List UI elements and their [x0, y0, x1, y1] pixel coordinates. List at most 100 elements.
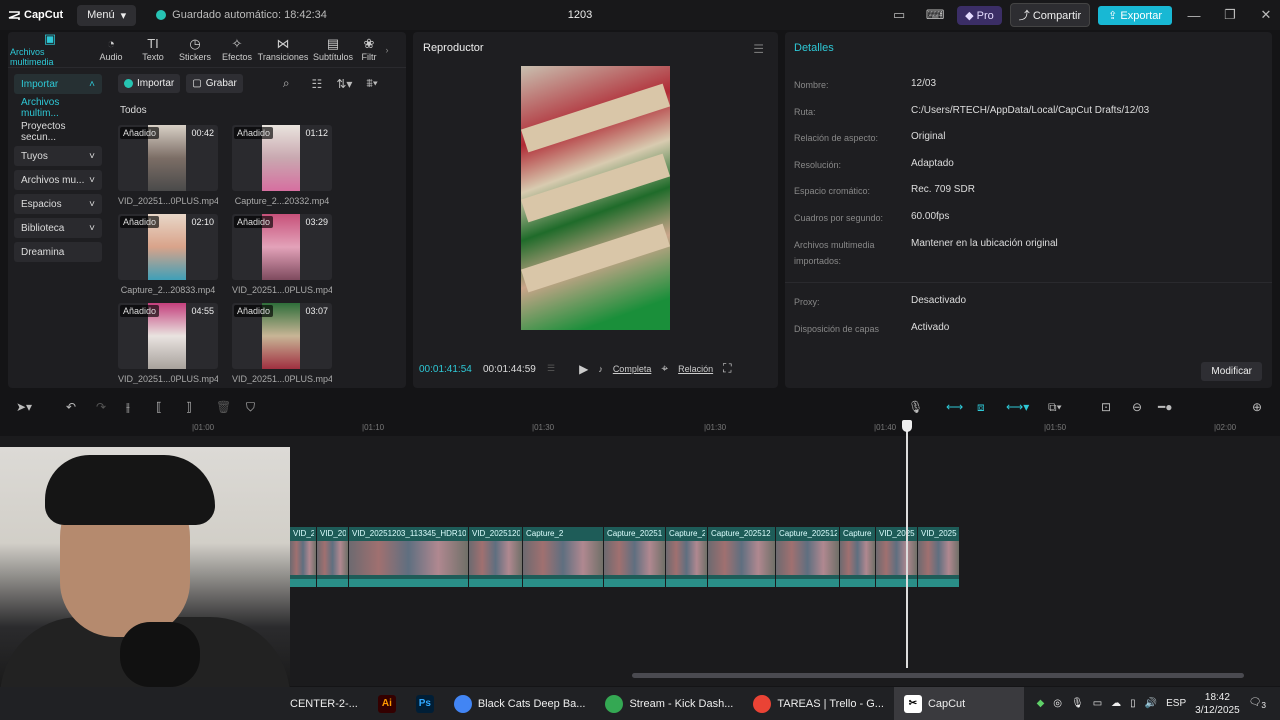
taskbar-app-center[interactable]: CENTER-2-...	[280, 687, 368, 720]
tray-cloud-icon[interactable]: ☁	[1111, 698, 1121, 709]
tray-app-icon[interactable]: ◆	[1037, 698, 1045, 709]
full-button[interactable]: Completa	[613, 364, 652, 374]
timeline-scrollbar[interactable]	[632, 673, 1244, 678]
tab-effects[interactable]: ✧ Efectos	[216, 32, 258, 67]
menu-button[interactable]: Menú ▾	[77, 4, 137, 26]
timeline-clip[interactable]: VID_2025	[918, 527, 960, 587]
close-icon[interactable]: ✕	[1252, 7, 1280, 23]
shield-icon[interactable]: ⛉	[246, 396, 255, 418]
tab-subtitles[interactable]: ▤ Subtítulos	[308, 32, 358, 67]
filter-icon[interactable]: ⩩▾	[366, 76, 377, 91]
media-thumbnail[interactable]: Añadido 02:10	[118, 214, 218, 280]
sidebar-item-media-files[interactable]: Archivos multim...	[14, 97, 102, 119]
tab-stickers[interactable]: ◷ Stickers	[174, 32, 216, 67]
clock[interactable]: 18:42 3/12/2025	[1195, 691, 1240, 717]
minimize-icon[interactable]: —	[1180, 8, 1208, 23]
link-clips-icon[interactable]: ⟷	[946, 396, 963, 418]
timeline-clip[interactable]: VID_202	[290, 527, 317, 587]
tray-battery-icon[interactable]: ▯	[1130, 698, 1136, 709]
media-thumbnail[interactable]: Añadido 04:55	[118, 303, 218, 369]
sidebar-item-secondary-projects[interactable]: Proyectos secun...	[14, 121, 102, 143]
media-item[interactable]: Añadido 01:12 Capture_2...20332.mp4	[232, 125, 332, 206]
tab-audio[interactable]: ◔ Audio	[90, 32, 132, 67]
fullscreen-icon[interactable]: ⛶	[723, 361, 731, 376]
search-icon[interactable]: ⌕	[283, 76, 290, 91]
tab-transitions[interactable]: ⋈ Transiciones	[258, 32, 309, 67]
tray-app-icon[interactable]: ◎	[1053, 698, 1062, 709]
media-thumbnail[interactable]: Añadido 03:29	[232, 214, 332, 280]
tab-filters[interactable]: ❀ Filtr	[358, 32, 380, 67]
timeline-clip[interactable]: VID_2025120	[469, 527, 523, 587]
volume-icon[interactable]: 🔊	[1145, 698, 1157, 709]
sidebar-item-library[interactable]: Biblioteca ˅	[14, 218, 102, 238]
taskbar-app-photoshop[interactable]: Ps	[406, 687, 444, 720]
timeline-clip[interactable]: VID_2025	[876, 527, 918, 587]
taskbar-app-chrome-2[interactable]: Stream - Kick Dash...	[595, 687, 743, 720]
trim-left-icon[interactable]: ⟦	[156, 396, 162, 418]
media-item[interactable]: Añadido 04:55 VID_20251...0PLUS.mp4	[118, 303, 218, 384]
preview-axis-icon[interactable]: ⧉▾	[1048, 396, 1062, 418]
media-item[interactable]: Añadido 03:07 VID_20251...0PLUS.mp4	[232, 303, 332, 384]
language-indicator[interactable]: ESP	[1166, 698, 1186, 709]
timeline-clip[interactable]: Capture_202512	[776, 527, 840, 587]
playhead[interactable]	[906, 420, 908, 668]
sidebar-item-media-library[interactable]: Archivos mu... ˅	[14, 170, 102, 190]
sidebar-item-yours[interactable]: Tuyos ˅	[14, 146, 102, 166]
media-thumbnail[interactable]: Añadido 03:07	[232, 303, 332, 369]
split-icon[interactable]: ⫲	[126, 396, 130, 418]
media-thumbnail[interactable]: Añadido 01:12	[232, 125, 332, 191]
sort-icon[interactable]: ⇅▾	[336, 77, 352, 91]
tray-display-icon[interactable]: ▭	[1093, 698, 1102, 709]
maximize-icon[interactable]: ❐	[1216, 7, 1244, 23]
snap-icon[interactable]: ⟷▾	[1006, 396, 1029, 418]
modify-button[interactable]: Modificar	[1201, 362, 1262, 381]
tab-text[interactable]: TI Texto	[132, 32, 174, 67]
media-thumbnail[interactable]: Añadido 00:42	[118, 125, 218, 191]
timeline-ruler[interactable]: |01:00 |01:10 |01:30 |01:30 |01:40 |01:5…	[0, 420, 1280, 436]
tabs-scroll-right[interactable]: ›	[380, 32, 394, 67]
import-button[interactable]: Importar	[118, 74, 181, 93]
zoom-slider[interactable]: ━●	[1158, 396, 1172, 418]
pro-button[interactable]: ◆ Pro	[957, 5, 1002, 25]
export-button[interactable]: ⇪ Exportar	[1098, 5, 1172, 25]
ratio-button[interactable]: Relación	[678, 364, 713, 374]
view-toggle-icon[interactable]: ☷	[312, 77, 323, 91]
sidebar-item-dreamina[interactable]: Dreamina	[14, 242, 102, 262]
microphone-icon[interactable]: 🎙	[908, 396, 923, 418]
tab-media[interactable]: ▣ Archivos multimedia	[10, 32, 90, 67]
taskbar-app-capcut[interactable]: ✂ CapCut	[893, 687, 1024, 720]
media-item[interactable]: Añadido 00:42 VID_20251...0PLUS.mp4	[118, 125, 218, 206]
undo-icon[interactable]: ↶	[66, 396, 76, 418]
magnet-icon[interactable]: ⧈	[977, 396, 985, 418]
zoom-out-icon[interactable]: ⊖	[1132, 396, 1142, 418]
sidebar-item-import[interactable]: Importar ˄	[14, 74, 102, 94]
taskbar-app-chrome-1[interactable]: Black Cats Deep Ba...	[444, 687, 596, 720]
record-button[interactable]: ▢ Grabar	[186, 74, 243, 93]
timeline-clip[interactable]: Capture_202512	[708, 527, 776, 587]
hamburger-icon[interactable]: ☰	[753, 42, 764, 56]
timeline-clip[interactable]: Capture_2	[523, 527, 604, 587]
zoom-in-icon[interactable]: ⊕	[1252, 396, 1262, 418]
notification-icon[interactable]: 🗨3	[1249, 697, 1266, 710]
sidebar-item-spaces[interactable]: Espacios ˅	[14, 194, 102, 214]
screenshot-icon[interactable]: ⌖	[661, 361, 668, 376]
timeline-clip[interactable]: VID_20251203_113345_HDR10PLUS	[349, 527, 469, 587]
timeline-clip[interactable]: Capture_2	[666, 527, 708, 587]
media-item[interactable]: Añadido 02:10 Capture_2...20833.mp4	[118, 214, 218, 295]
play-icon[interactable]: ▶	[579, 362, 588, 376]
taskbar-app-illustrator[interactable]: Ai	[368, 687, 406, 720]
fit-timeline-icon[interactable]: ⊡	[1101, 396, 1111, 418]
video-preview[interactable]	[520, 66, 671, 330]
delete-icon[interactable]: 🗑	[216, 396, 231, 418]
timeline-clip[interactable]: Capture	[840, 527, 876, 587]
layout-icon[interactable]: ▭	[885, 7, 913, 23]
video-track[interactable]: VID_202 VID_20 VID_20251203_113345_HDR10…	[290, 527, 960, 587]
taskbar-app-chrome-3[interactable]: TAREAS | Trello - G...	[743, 687, 894, 720]
tiktok-icon[interactable]: ♪	[598, 364, 603, 374]
shortcuts-icon[interactable]: ⌨	[921, 7, 949, 23]
tray-mic-icon[interactable]: 🎙	[1071, 698, 1084, 709]
trim-right-icon[interactable]: ⟧	[186, 396, 192, 418]
share-button[interactable]: ⤴ Compartir	[1009, 3, 1091, 27]
select-tool-icon[interactable]: ➤▾	[16, 396, 32, 418]
media-item[interactable]: Añadido 03:29 VID_20251...0PLUS.mp4	[232, 214, 332, 295]
